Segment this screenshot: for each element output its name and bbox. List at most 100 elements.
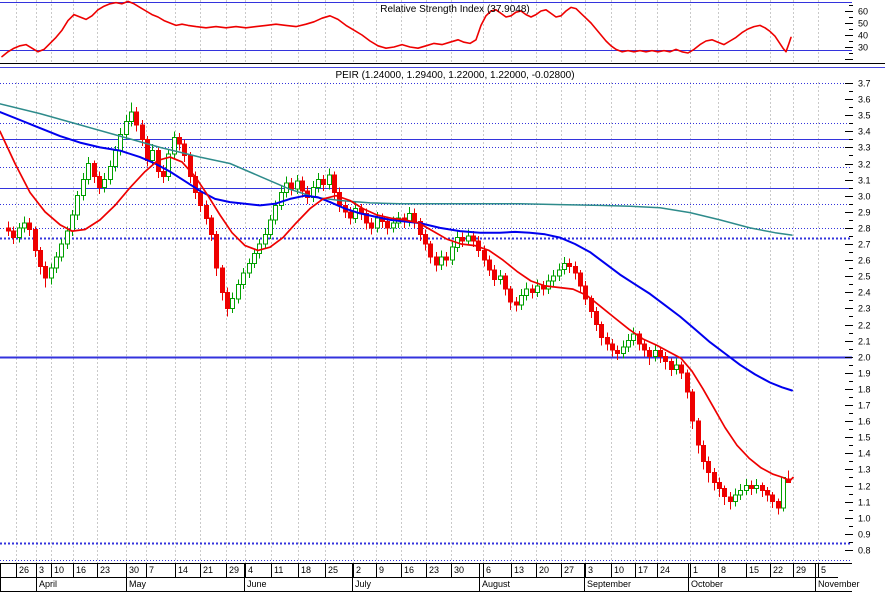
candle-body xyxy=(722,488,727,498)
overlay-ma-mid xyxy=(0,111,793,392)
price-tick-label: 2.3 xyxy=(858,304,871,314)
candle-body xyxy=(754,485,759,490)
candle-body xyxy=(599,324,604,338)
date-label: 23 xyxy=(429,565,439,575)
candle-body xyxy=(450,246,455,261)
price-tick-label: 2.1 xyxy=(858,337,871,347)
candle-body xyxy=(653,349,658,358)
date-label: 14 xyxy=(178,565,188,575)
candle-body xyxy=(220,267,225,293)
date-axis: 26 3 10 16 23 30 7 14 21 29 4 11 18 25 2 9 16 23 30 6 13 20 27… xyxy=(0,563,860,592)
candle-body xyxy=(177,137,182,145)
price-tick-label: 2.6 xyxy=(858,256,871,266)
month-label: November xyxy=(818,579,860,589)
candle-body xyxy=(631,333,636,342)
candle-body xyxy=(696,420,701,446)
candle-body xyxy=(348,211,353,219)
price-tick-label: 1.4 xyxy=(858,449,871,459)
price-tick-label: 3.5 xyxy=(858,111,871,121)
price-tick-label: 1.1 xyxy=(858,498,871,508)
candle-body xyxy=(610,343,615,351)
date-label: 20 xyxy=(539,565,549,575)
candle-body xyxy=(546,280,551,290)
candle-body xyxy=(605,336,610,345)
vertical-gridlines xyxy=(16,0,819,563)
candle-body xyxy=(669,361,674,371)
price-tick-label: 3.0 xyxy=(858,192,871,202)
candle-body xyxy=(439,256,444,266)
candle-body xyxy=(685,372,690,393)
price-tick-label: 2.2 xyxy=(858,321,871,331)
date-label: 9 xyxy=(379,565,384,575)
month-label: June xyxy=(247,579,267,589)
candle-body xyxy=(717,481,722,490)
rsi-tick-label: 50 xyxy=(858,19,868,29)
price-tick-label: 1.5 xyxy=(858,433,871,443)
candle-body xyxy=(487,259,492,271)
price-tick-label: 3.7 xyxy=(858,79,871,89)
candle-body xyxy=(557,269,562,277)
candle-body xyxy=(776,501,781,509)
price-tick-label: 3.4 xyxy=(858,127,871,137)
candle-body xyxy=(498,275,503,280)
date-label: 6 xyxy=(486,565,491,575)
candle-body xyxy=(337,192,342,206)
candle-body xyxy=(765,489,770,496)
date-label: 16 xyxy=(404,565,414,575)
date-label: 2 xyxy=(356,565,361,575)
candle-body xyxy=(551,275,556,282)
candle-body xyxy=(712,472,717,483)
rsi-tick-label: 40 xyxy=(858,31,868,41)
ma-mid-line xyxy=(0,111,793,392)
candle-body xyxy=(471,235,476,242)
candle-body xyxy=(679,364,684,374)
candle-body xyxy=(375,217,380,229)
price-tick-label: 0.9 xyxy=(858,530,871,540)
candle-body xyxy=(70,214,75,232)
candle-body xyxy=(514,301,519,306)
candle-body xyxy=(97,175,102,189)
month-label: July xyxy=(355,579,372,589)
candle-body xyxy=(49,267,54,279)
overlay-ma-fast xyxy=(0,130,794,482)
candle-body xyxy=(6,227,11,232)
month-label: May xyxy=(129,579,147,589)
date-label: 23 xyxy=(100,565,110,575)
candle-body xyxy=(289,182,294,190)
candle-body xyxy=(75,195,80,216)
candle-body xyxy=(460,237,465,242)
candle-body xyxy=(92,163,97,177)
date-label: 18 xyxy=(301,565,311,575)
candle-body xyxy=(524,288,529,297)
candle-body xyxy=(17,227,22,239)
price-tick-label: 2.0 xyxy=(858,353,871,363)
candle-body xyxy=(204,204,209,219)
candle-body xyxy=(321,179,326,185)
candle-body xyxy=(86,163,91,181)
candle-body xyxy=(728,496,733,503)
candle-body xyxy=(198,192,203,206)
price-tick-label: 3.1 xyxy=(858,176,871,186)
price-tick-label: 3.6 xyxy=(858,95,871,105)
candle-body xyxy=(663,356,668,363)
month-label: September xyxy=(587,579,631,589)
candle-body xyxy=(701,444,706,462)
candle-body xyxy=(214,233,219,269)
candle-body xyxy=(43,266,48,279)
candle-body xyxy=(150,150,155,161)
date-label: 7 xyxy=(149,565,154,575)
candle-body xyxy=(252,253,257,264)
price-tick-label: 1.8 xyxy=(858,385,871,395)
date-label: 22 xyxy=(773,565,783,575)
candle-body xyxy=(744,485,749,491)
candle-body xyxy=(27,222,32,231)
candle-body xyxy=(369,222,374,229)
candle-body xyxy=(332,174,337,194)
date-label: 11 xyxy=(274,565,283,575)
price-tick-label: 3.3 xyxy=(858,143,871,153)
month-label: April xyxy=(39,579,57,589)
date-label: 21 xyxy=(203,565,213,575)
candle-body xyxy=(615,349,620,354)
candle-body xyxy=(434,256,439,266)
price-panel-title: PEIR (1.24000, 1.29400, 1.22000, 1.22000… xyxy=(335,70,574,81)
